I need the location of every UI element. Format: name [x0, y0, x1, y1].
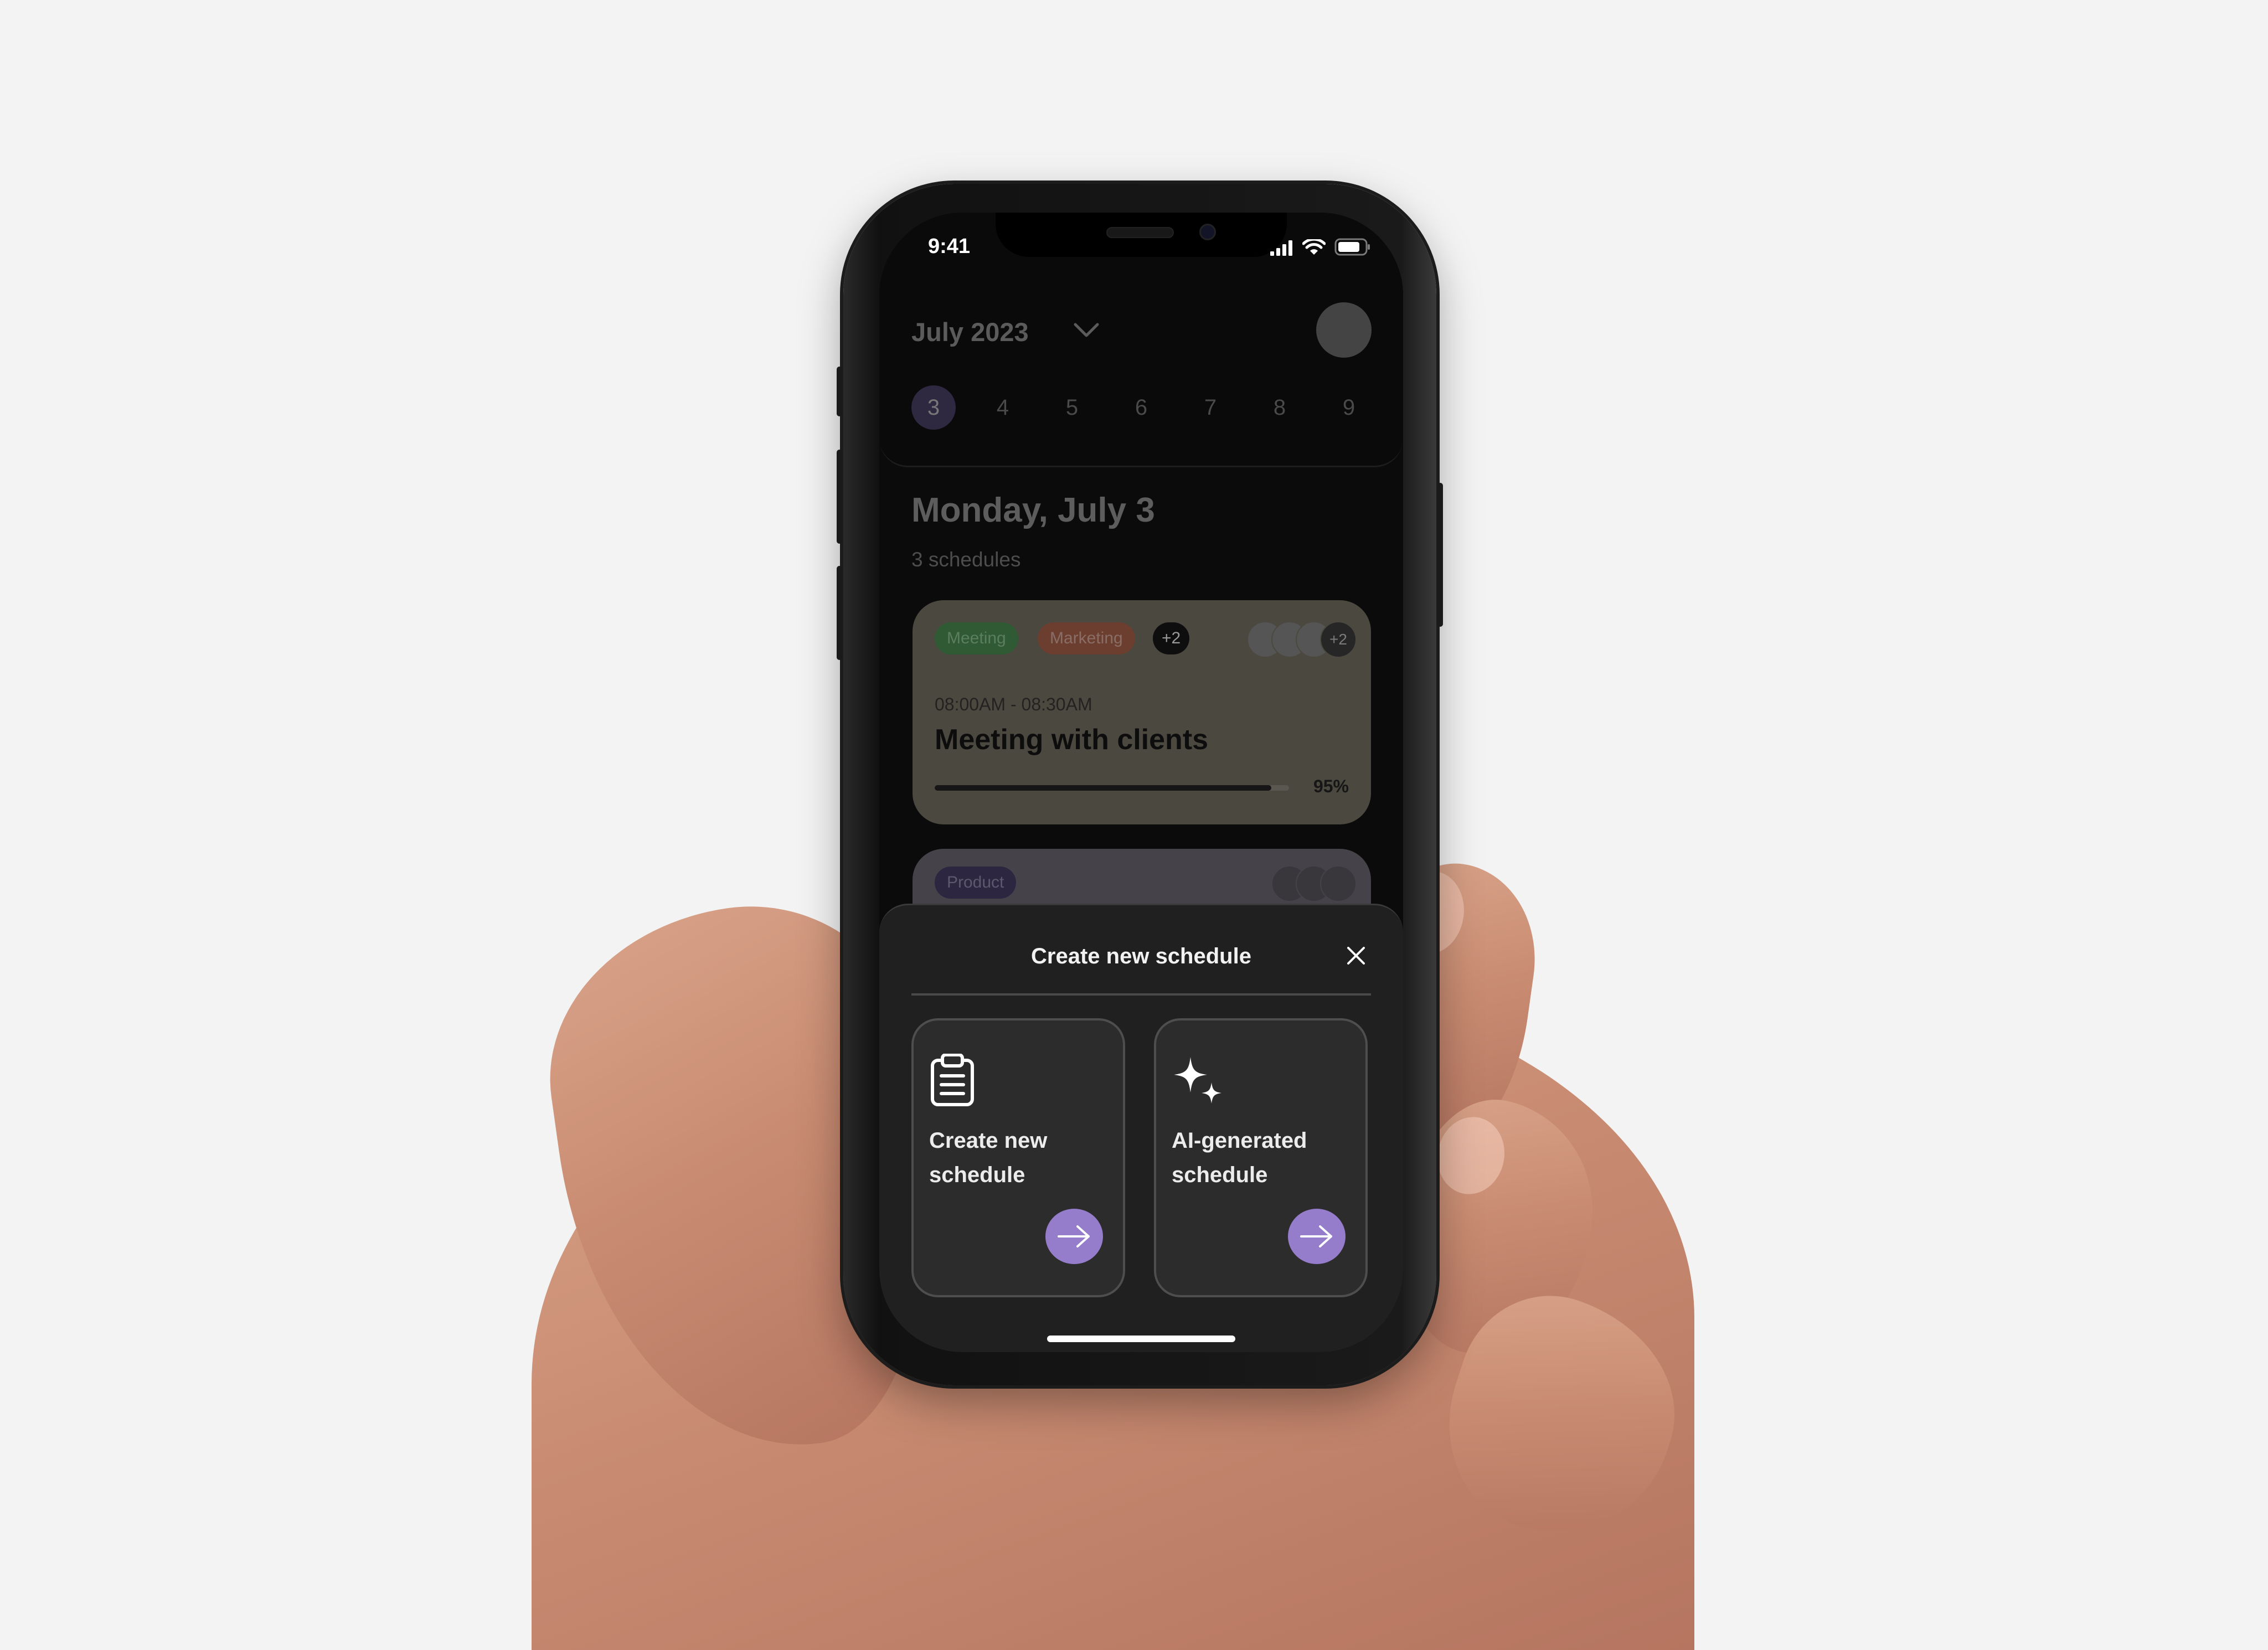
status-icons	[1269, 238, 1371, 256]
day-8[interactable]: 8	[1257, 385, 1302, 430]
profile-avatar[interactable]	[1316, 302, 1372, 358]
progress-percentage: 95%	[1313, 776, 1349, 796]
silent-switch	[837, 367, 842, 416]
home-indicator[interactable]	[1047, 1336, 1235, 1342]
arrow-right-icon	[1058, 1225, 1090, 1247]
close-icon[interactable]	[1346, 946, 1366, 966]
volume-down-button	[837, 566, 842, 660]
day-9[interactable]: 9	[1327, 385, 1371, 430]
selected-date-title: Monday, July 3	[911, 491, 1155, 529]
power-button	[1437, 483, 1443, 627]
wifi-icon	[1302, 239, 1326, 255]
week-day-strip: 3456789	[911, 385, 1371, 430]
sheet-divider	[911, 993, 1371, 996]
sheet-title: Create new schedule	[1031, 944, 1251, 968]
day-4[interactable]: 4	[981, 385, 1025, 430]
day-3[interactable]: 3	[911, 385, 956, 430]
schedule-title: Meeting with clients	[935, 724, 1209, 756]
participant-avatar	[1320, 865, 1357, 902]
schedule-time-range: 08:00AM - 08:30AM	[935, 694, 1092, 714]
day-7[interactable]: 7	[1188, 385, 1233, 430]
day-5[interactable]: 5	[1050, 385, 1094, 430]
schedule-count: 3 schedules	[911, 548, 1021, 571]
tag-more: +2	[1153, 622, 1190, 654]
create-new-schedule-option[interactable]: Create new schedule	[911, 1018, 1125, 1297]
tag-product: Product	[935, 867, 1017, 899]
arrow-right-icon	[1300, 1225, 1332, 1247]
tag-meeting: Meeting	[935, 622, 1018, 654]
month-selector[interactable]: July 2023	[911, 317, 1029, 347]
clipboard-icon	[931, 1054, 974, 1106]
notch	[996, 213, 1287, 257]
ai-generated-schedule-option[interactable]: AI-generated schedule	[1154, 1018, 1368, 1297]
close-button[interactable]	[1342, 942, 1370, 970]
front-camera	[1199, 224, 1216, 240]
participants-more-badge: +2	[1320, 621, 1357, 658]
proceed-button[interactable]	[1288, 1209, 1346, 1264]
cellular-signal-icon	[1270, 240, 1292, 256]
option-label: AI-generated schedule	[1172, 1128, 1307, 1187]
progress-bar-fill	[935, 785, 1271, 791]
battery-icon	[1334, 238, 1370, 256]
day-6[interactable]: 6	[1119, 385, 1163, 430]
phone-screen: July 2023 3456789 Monday, July 3 3 sched…	[879, 213, 1403, 1352]
schedule-card[interactable]: Meeting Marketing +2 +2 08:00AM - 08:30A…	[913, 600, 1371, 824]
proceed-button[interactable]	[1045, 1209, 1103, 1264]
volume-up-button	[837, 450, 842, 544]
status-time: 9:41	[928, 235, 971, 258]
tag-marketing: Marketing	[1038, 622, 1135, 654]
option-label: Create new schedule	[929, 1128, 1048, 1187]
progress-bar	[935, 785, 1289, 791]
speaker-grille	[1106, 227, 1174, 238]
chevron-down-icon[interactable]	[1073, 321, 1100, 339]
create-schedule-sheet: Create new schedule Create new schedule	[879, 904, 1403, 1352]
sparkles-icon	[1174, 1057, 1221, 1104]
